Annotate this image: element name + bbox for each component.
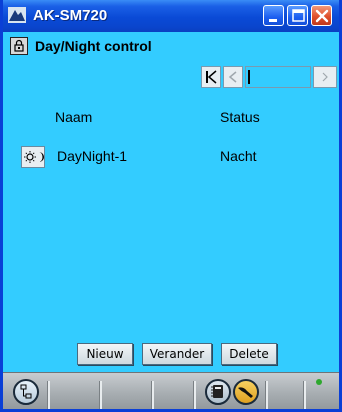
page-indicator[interactable] — [245, 66, 311, 88]
status-divider — [151, 381, 154, 409]
service-button[interactable] — [233, 379, 259, 405]
app-window: AK-SM720 Day/Night control Naam Status D… — [0, 0, 342, 412]
maximize-button[interactable] — [287, 5, 308, 26]
prev-page-icon — [228, 71, 237, 83]
status-divider — [193, 381, 196, 409]
minimize-icon — [269, 19, 277, 22]
row-status: Nacht — [220, 148, 257, 164]
status-led-icon — [316, 379, 322, 385]
network-tree-icon — [20, 384, 32, 399]
wrench-icon — [238, 387, 253, 398]
notebook-icon — [211, 385, 223, 398]
status-divider — [47, 381, 50, 409]
column-header-name: Naam — [55, 109, 93, 125]
row-name[interactable]: DayNight-1 — [57, 148, 127, 164]
status-divider — [265, 381, 268, 409]
day-night-icon[interactable] — [21, 146, 45, 168]
window-title: AK-SM720 — [33, 7, 108, 24]
title-bar[interactable]: AK-SM720 — [3, 0, 339, 32]
edit-button[interactable]: Verander — [142, 343, 212, 365]
page-header: Day/Night control — [3, 32, 339, 60]
network-tree-button[interactable] — [13, 379, 39, 405]
next-page-button[interactable] — [313, 66, 337, 88]
first-page-icon — [206, 70, 217, 84]
first-page-button[interactable] — [201, 66, 221, 88]
close-icon — [315, 9, 329, 23]
new-button[interactable]: Nieuw — [77, 343, 133, 365]
status-divider — [303, 381, 306, 409]
lock-page-icon — [10, 37, 28, 55]
next-page-icon — [322, 72, 328, 82]
status-bar — [3, 372, 339, 409]
minimize-button[interactable] — [263, 5, 284, 26]
page-title: Day/Night control — [35, 38, 152, 54]
column-header-status: Status — [220, 109, 260, 125]
close-button[interactable] — [311, 5, 332, 26]
status-divider — [99, 381, 102, 409]
prev-page-button[interactable] — [223, 66, 243, 88]
maximize-icon — [292, 9, 305, 22]
delete-button[interactable]: Delete — [221, 343, 277, 365]
app-logo-icon — [8, 7, 26, 23]
notebook-button[interactable] — [205, 379, 231, 405]
page-cursor — [248, 70, 250, 84]
